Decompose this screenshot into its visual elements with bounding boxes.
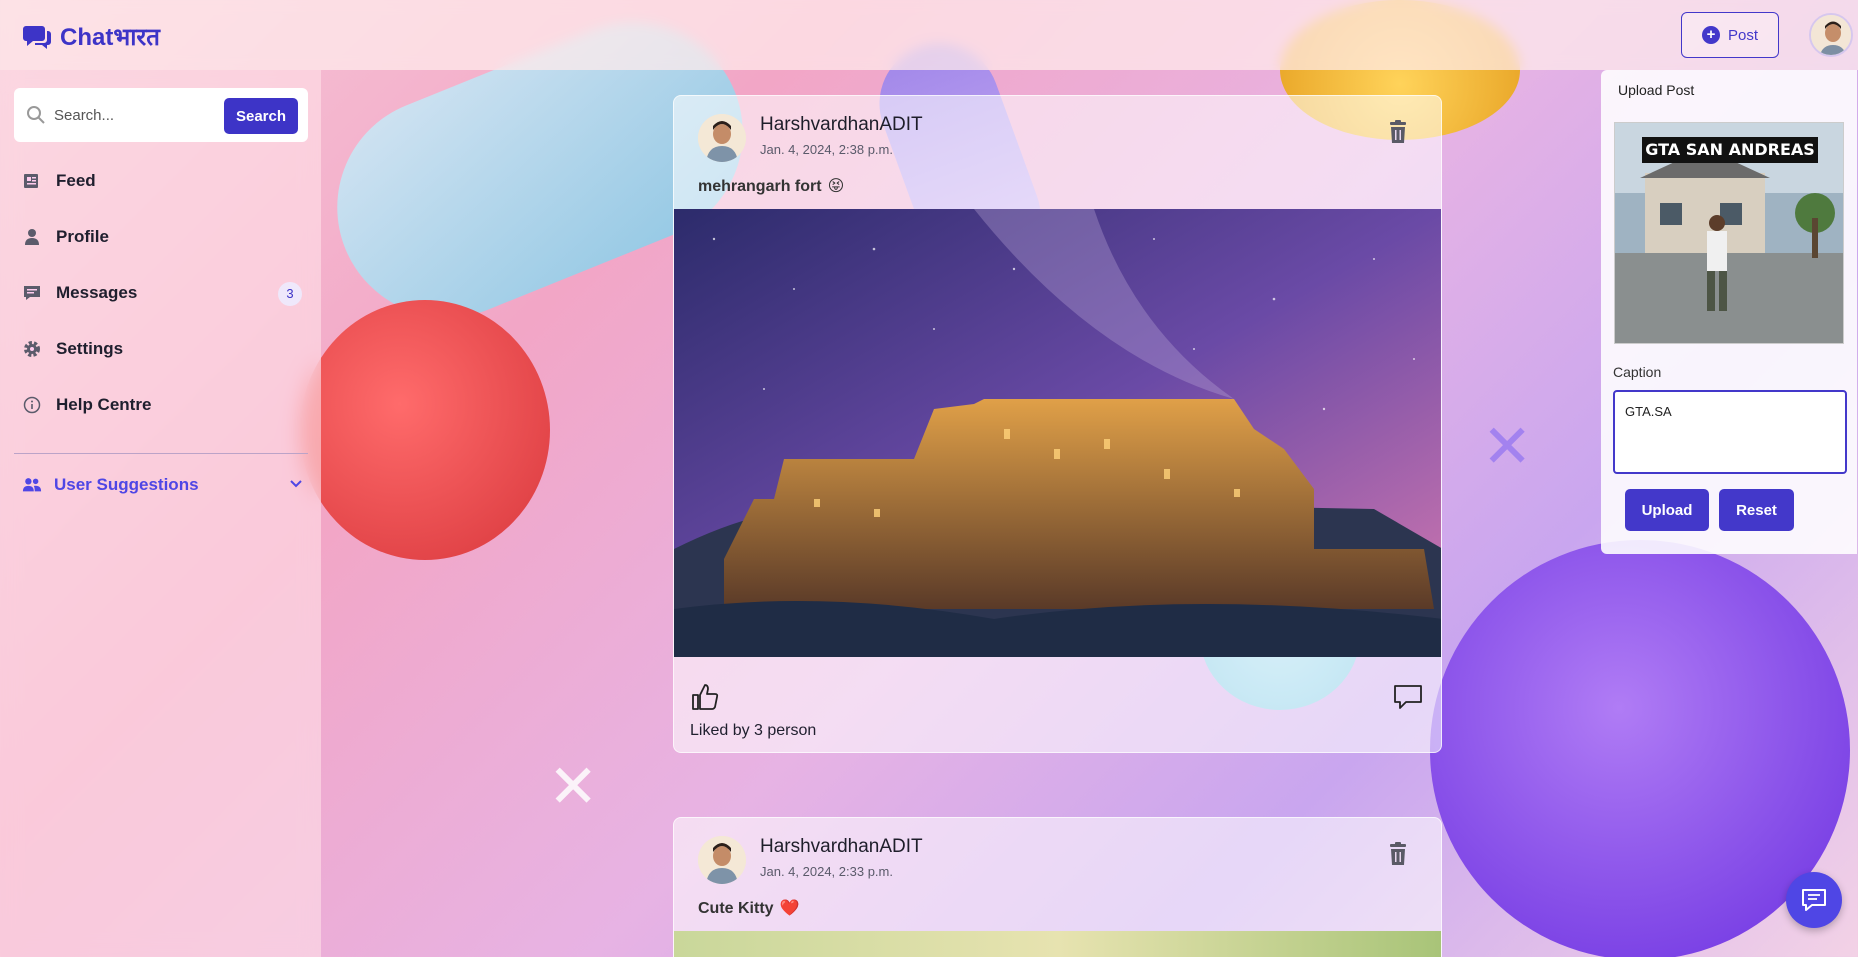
likes-count: Liked by 3 person — [690, 722, 817, 739]
like-thumbs-up-icon[interactable] — [690, 682, 720, 712]
post-text: mehrangarh fort 😝 — [698, 176, 844, 196]
post-timestamp: Jan. 4, 2024, 2:33 p.m. — [760, 864, 893, 879]
sidebar-item-label: Feed — [56, 171, 96, 190]
chat-bubbles-icon — [23, 25, 51, 49]
search-box: Search — [14, 88, 308, 142]
info-icon — [23, 396, 41, 414]
user-suggestions-toggle[interactable]: User Suggestions — [22, 470, 304, 500]
app-logo[interactable]: Chatभारत — [22, 20, 160, 53]
sidebar-item-label: Help Centre — [56, 395, 152, 414]
plus-icon: + — [1701, 26, 1720, 44]
sidebar-item-profile[interactable]: Profile — [22, 222, 302, 252]
sidebar-item-settings[interactable]: Settings — [22, 334, 302, 364]
sidebar-divider — [14, 453, 308, 454]
post-emoji: ❤️ — [779, 900, 800, 917]
new-post-button[interactable]: + Post — [1681, 12, 1779, 58]
trash-icon[interactable] — [1387, 842, 1409, 866]
author-avatar[interactable] — [698, 836, 746, 884]
chat-icon — [1802, 889, 1826, 911]
bg-x-mark: ✕ — [548, 753, 599, 820]
upload-post-panel: Upload Post GTA SAN ANDREAS Caption GTA.… — [1601, 70, 1857, 554]
sidebar-item-feed[interactable]: Feed — [22, 166, 302, 196]
app-name: Chatभारत — [60, 24, 160, 51]
messages-count-badge: 3 — [278, 282, 302, 306]
comment-icon[interactable] — [1392, 682, 1424, 712]
post-image[interactable] — [674, 931, 1441, 957]
sidebar-item-label: Messages — [56, 283, 138, 302]
post-text: Cute Kitty ❤️ — [698, 898, 799, 918]
search-input[interactable] — [54, 100, 224, 130]
post-author[interactable]: HarshvardhanADIT — [760, 114, 923, 136]
users-icon — [22, 478, 42, 492]
reset-button[interactable]: Reset — [1719, 489, 1794, 531]
search-button[interactable]: Search — [224, 98, 298, 134]
bg-x-mark: ✕ — [1482, 413, 1533, 480]
caption-textarea[interactable]: GTA.SA — [1613, 390, 1847, 474]
avatar-face-icon — [698, 836, 746, 884]
upload-button[interactable]: Upload — [1625, 489, 1709, 531]
sidebar-item-help-centre[interactable]: Help Centre — [22, 390, 302, 420]
bg-blob-red — [300, 300, 550, 560]
search-icon — [27, 106, 45, 124]
post-image[interactable] — [674, 209, 1441, 657]
top-bar: Chatभारत + Post — [0, 0, 1858, 70]
post-emoji: 😝 — [827, 178, 845, 195]
upload-panel-title: Upload Post — [1618, 82, 1695, 98]
user-suggestions-label: User Suggestions — [54, 475, 199, 494]
chevron-down-icon — [290, 480, 302, 488]
chat-fab-button[interactable] — [1786, 872, 1842, 928]
avatar-face-icon — [698, 114, 746, 162]
post-card: HarshvardhanADIT Jan. 4, 2024, 2:38 p.m.… — [673, 95, 1442, 753]
sidebar: Search Feed Profile Messages 3 Settings — [0, 70, 321, 957]
author-avatar[interactable] — [698, 114, 746, 162]
sidebar-item-messages[interactable]: Messages 3 — [22, 278, 302, 308]
avatar-face-icon — [1811, 15, 1851, 55]
post-card: HarshvardhanADIT Jan. 4, 2024, 2:33 p.m.… — [673, 817, 1442, 957]
preview-image-title: GTA SAN ANDREAS — [1645, 140, 1815, 159]
trash-icon[interactable] — [1387, 120, 1409, 144]
post-caption: Cute Kitty — [698, 900, 774, 917]
fort-night-photo — [674, 209, 1441, 657]
post-timestamp: Jan. 4, 2024, 2:38 p.m. — [760, 142, 893, 157]
sidebar-item-label: Settings — [56, 339, 124, 358]
gear-icon — [24, 341, 40, 357]
sidebar-item-label: Profile — [56, 227, 109, 246]
post-caption: mehrangarh fort — [698, 178, 822, 195]
post-header: HarshvardhanADIT Jan. 4, 2024, 2:38 p.m. — [674, 96, 1441, 186]
post-header: HarshvardhanADIT Jan. 4, 2024, 2:33 p.m. — [674, 818, 1441, 908]
user-icon — [25, 229, 39, 245]
caption-label: Caption — [1613, 364, 1662, 380]
upload-preview-image[interactable]: GTA SAN ANDREAS — [1614, 122, 1844, 344]
post-author[interactable]: HarshvardhanADIT — [760, 836, 923, 858]
newspaper-icon — [24, 174, 38, 188]
user-avatar[interactable] — [1809, 13, 1853, 57]
post-button-label: Post — [1727, 26, 1758, 44]
message-icon — [24, 286, 40, 300]
